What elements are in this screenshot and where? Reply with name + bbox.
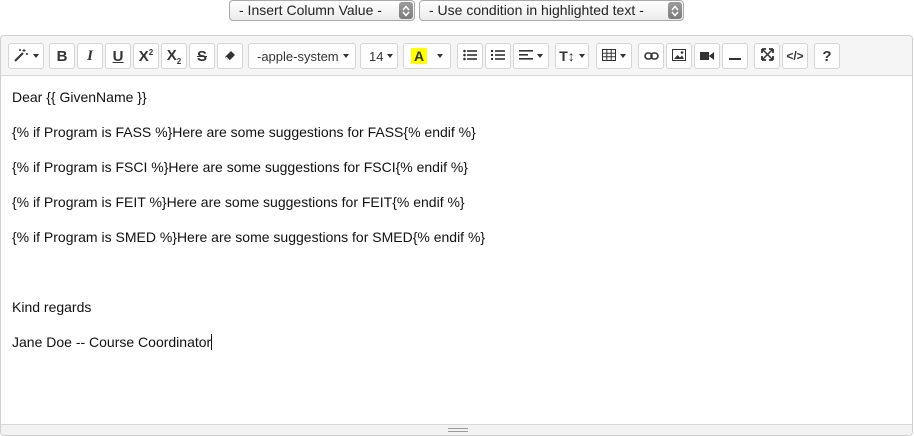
video-icon xyxy=(700,48,714,64)
horizontal-rule-button[interactable] xyxy=(722,43,748,69)
insert-column-value-select[interactable]: - Insert Column Value - xyxy=(229,0,415,21)
editor-line: Jane Doe -- Course Coordinator xyxy=(12,334,212,350)
font-size-dropdown[interactable]: 14 xyxy=(360,43,398,69)
underline-icon: U xyxy=(112,47,124,65)
unordered-list-button[interactable] xyxy=(457,43,483,69)
eraser-icon xyxy=(224,48,236,64)
insert-link-button[interactable] xyxy=(638,43,664,69)
use-condition-label: - Use condition in highlighted text - xyxy=(429,2,644,18)
use-condition-select[interactable]: - Use condition in highlighted text - xyxy=(419,0,684,21)
template-controls: - Insert Column Value - - Use condition … xyxy=(0,0,914,23)
editor-line: {% if Program is FEIT %}Here are some su… xyxy=(12,194,465,210)
editor-line: Dear {{ GivenName }} xyxy=(12,89,147,105)
editor-line: {% if Program is FASS %}Here are some su… xyxy=(12,124,476,140)
text-cursor xyxy=(211,334,213,350)
editor-line: {% if Program is SMED %}Here are some su… xyxy=(12,229,486,245)
code-view-button[interactable]: </> xyxy=(782,43,808,69)
highlight-color-button[interactable]: A xyxy=(403,43,451,69)
insert-video-button[interactable] xyxy=(694,43,720,69)
magic-wand-button[interactable] xyxy=(8,43,44,69)
align-left-icon xyxy=(519,48,533,64)
code-icon: </> xyxy=(786,49,804,63)
bold-icon: B xyxy=(56,47,68,65)
eraser-button[interactable] xyxy=(217,43,243,69)
line-height-dropdown[interactable]: T↕ xyxy=(555,43,589,69)
resize-grip-icon xyxy=(448,428,468,432)
editor-line: {% if Program is FSCI %}Here are some su… xyxy=(12,159,468,175)
rich-text-editor: B I U X2 X2 S -apple-system 14 A T↕ </> … xyxy=(0,35,913,436)
fullscreen-button[interactable] xyxy=(754,43,780,69)
help-button[interactable]: ? xyxy=(814,43,840,69)
strikethrough-button[interactable]: S xyxy=(189,43,215,69)
insert-image-button[interactable] xyxy=(666,43,692,69)
minus-icon xyxy=(729,48,741,64)
insert-column-value-label: - Insert Column Value - xyxy=(239,2,382,18)
font-family-dropdown[interactable]: -apple-system xyxy=(248,43,356,69)
ordered-list-button[interactable] xyxy=(485,43,511,69)
table-icon xyxy=(602,48,616,64)
superscript-button[interactable]: X2 xyxy=(133,43,159,69)
paragraph-align-dropdown[interactable] xyxy=(513,43,549,69)
help-icon: ? xyxy=(822,47,832,65)
image-icon xyxy=(672,48,686,64)
editor-resize-handle[interactable] xyxy=(1,424,912,435)
strikethrough-icon: S xyxy=(196,47,207,65)
italic-button[interactable]: I xyxy=(77,43,103,69)
ordered-list-icon xyxy=(491,48,505,64)
link-icon xyxy=(643,48,659,64)
magic-wand-icon xyxy=(13,48,29,65)
font-size-value: 14 xyxy=(369,48,384,64)
subscript-button[interactable]: X2 xyxy=(161,43,187,69)
italic-icon: I xyxy=(87,47,93,64)
editor-line-with-cursor: Jane Doe -- Course Coordinator xyxy=(12,333,213,351)
subscript-icon: X2 xyxy=(166,46,182,66)
line-height-icon: T↕ xyxy=(559,48,575,64)
superscript-icon: X2 xyxy=(138,47,154,65)
editor-line: Kind regards xyxy=(12,299,92,315)
font-family-value: -apple-system xyxy=(257,48,339,64)
unordered-list-icon xyxy=(463,48,477,64)
select-stepper-icon xyxy=(668,2,682,19)
table-dropdown[interactable] xyxy=(596,43,632,69)
select-stepper-icon xyxy=(399,2,413,19)
highlight-color-icon: A xyxy=(411,48,427,64)
expand-icon xyxy=(760,48,774,64)
editor-toolbar: B I U X2 X2 S -apple-system 14 A T↕ </> … xyxy=(1,36,912,76)
bold-button[interactable]: B xyxy=(49,43,75,69)
underline-button[interactable]: U xyxy=(105,43,131,69)
